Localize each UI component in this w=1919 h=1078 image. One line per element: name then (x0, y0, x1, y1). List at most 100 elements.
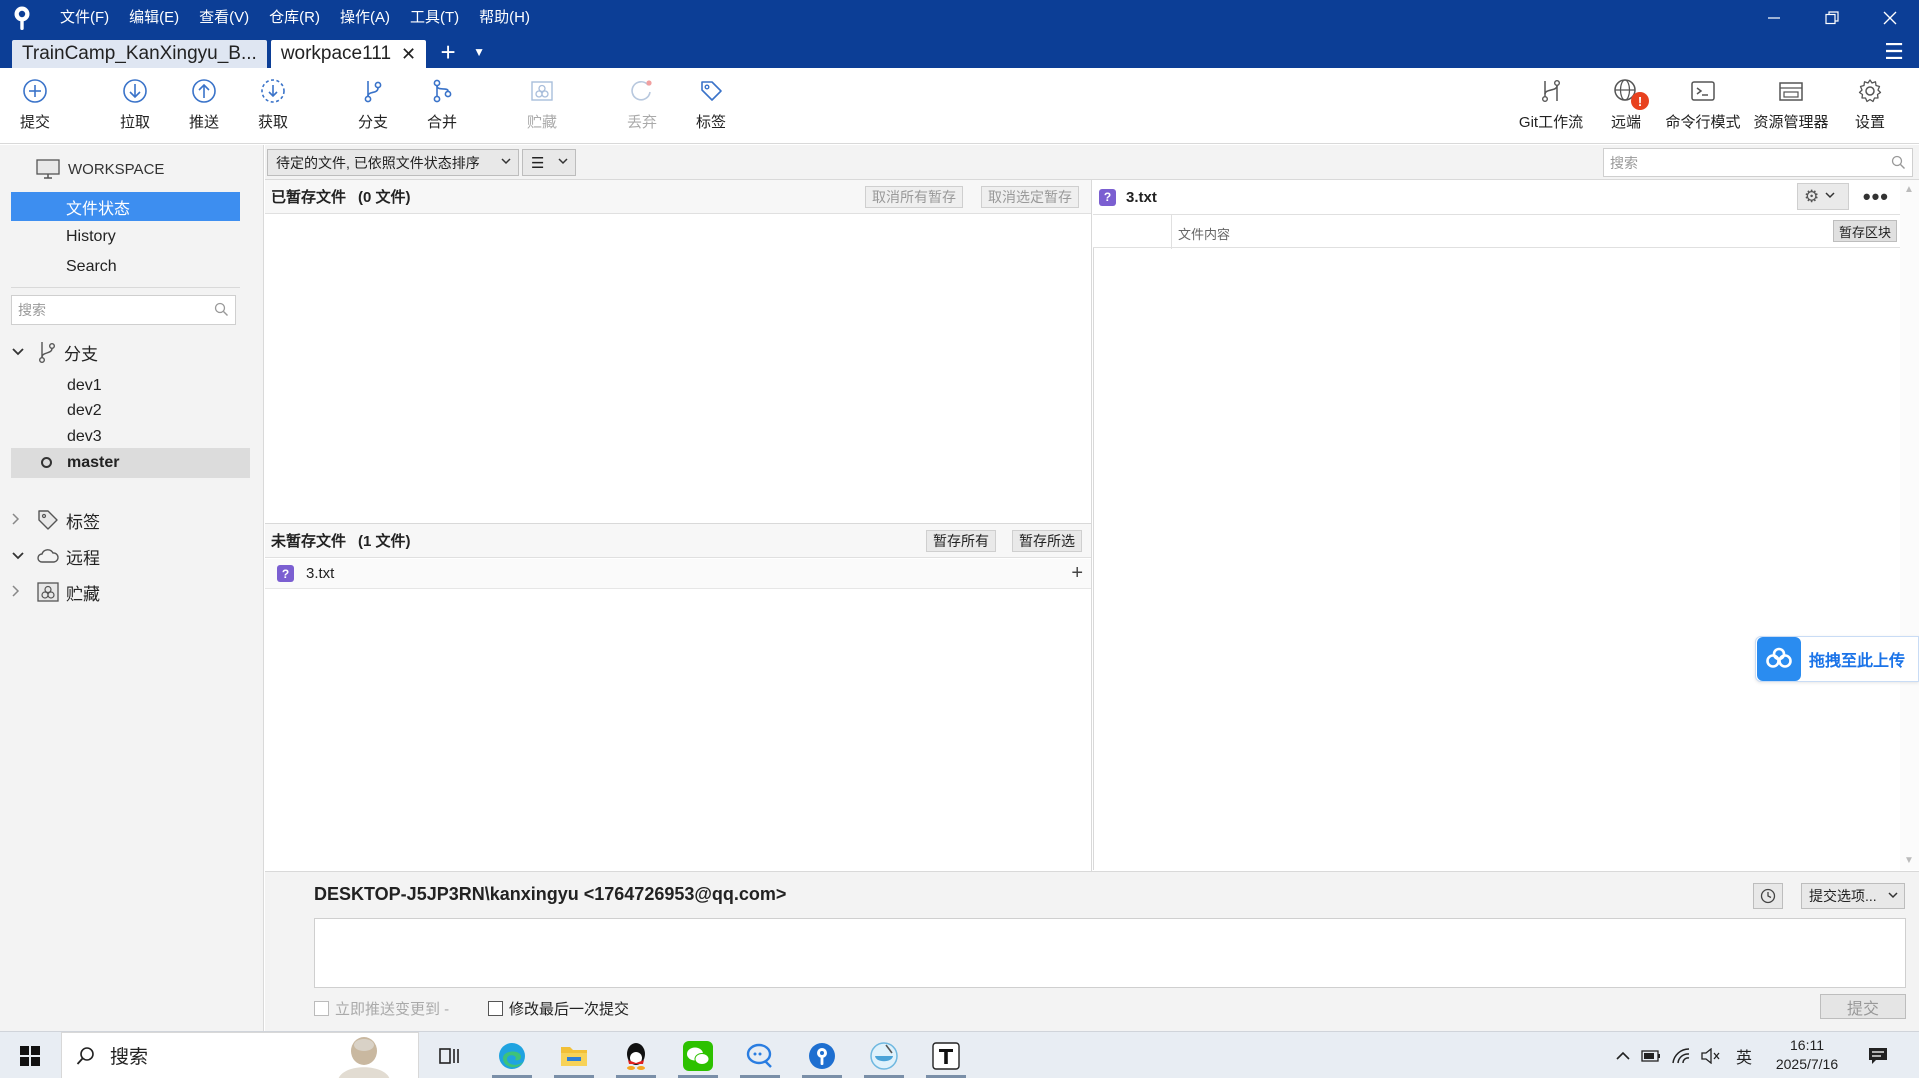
nav-search[interactable]: Search (11, 252, 240, 281)
stage-hunk-button[interactable]: 暂存区块 (1832, 220, 1897, 242)
new-tab-button[interactable]: + (430, 36, 466, 68)
taskbar-chat-app[interactable] (736, 1035, 784, 1078)
nav-file-status[interactable]: 文件状态 (11, 192, 240, 221)
staged-count: (0 文件) (358, 189, 411, 206)
fetch-button[interactable]: 获取 (237, 76, 309, 132)
file-sort-dropdown[interactable]: 待定的文件, 已依照文件状态排序 (267, 149, 519, 176)
menu-tools[interactable]: 工具(T) (400, 0, 469, 36)
stashes-group-header[interactable]: 贮藏 (12, 577, 100, 607)
tag-button[interactable]: 标签 (675, 76, 747, 132)
taskbar-qq[interactable] (612, 1035, 660, 1078)
taskbar-wechat[interactable] (674, 1035, 722, 1078)
stage-all-button[interactable]: 暂存所有 (926, 530, 996, 552)
branch-button[interactable]: 分支 (337, 76, 409, 132)
unstaged-file-row[interactable]: ? 3.txt + (265, 559, 1091, 589)
nav-history[interactable]: History (11, 222, 240, 251)
tab-repo-workpace111[interactable]: workpace111 ✕ (270, 40, 427, 68)
menu-repository[interactable]: 仓库(R) (259, 0, 330, 36)
branch-item-master[interactable]: master (11, 448, 250, 478)
git-flow-button[interactable]: Git工作流 (1515, 76, 1587, 132)
unstage-all-button[interactable]: 取消所有暂存 (865, 186, 963, 208)
merge-button[interactable]: 合并 (406, 76, 478, 132)
input-method-indicator[interactable]: 英 (1736, 1032, 1752, 1078)
menu-edit[interactable]: 编辑(E) (119, 0, 189, 36)
discard-button[interactable]: 丢弃 (606, 76, 678, 132)
commit-button[interactable]: 提交 (0, 76, 71, 132)
git-flow-label: Git工作流 (1518, 114, 1584, 131)
remotes-group-header[interactable]: 远程 (12, 541, 100, 571)
close-icon (1883, 11, 1897, 25)
remote-button[interactable]: ! 远端 (1590, 76, 1662, 132)
branch-icon (358, 76, 388, 106)
amend-checkbox[interactable] (488, 1001, 503, 1016)
task-view-icon (439, 1047, 459, 1064)
commit-area: DESKTOP-J5JP3RN\kanxingyu <1764726953@qq… (265, 871, 1919, 1031)
more-options-icon[interactable]: ••• (1863, 184, 1889, 210)
taskbar-sourcetree[interactable] (798, 1035, 846, 1078)
commit-message-input[interactable] (314, 918, 1906, 988)
taskbar-search-box[interactable]: 搜索 (61, 1032, 419, 1078)
pull-arrow-down-icon (120, 76, 150, 106)
taskbar-edge[interactable] (488, 1035, 536, 1078)
unstage-selected-button[interactable]: 取消选定暂存 (981, 186, 1079, 208)
workspace-label: WORKSPACE (68, 160, 165, 178)
remote-globe-icon: ! (1611, 76, 1649, 110)
task-view-button[interactable] (425, 1035, 473, 1076)
plus-icon: + (440, 36, 456, 67)
volume-control[interactable] (1700, 1032, 1720, 1078)
taskbar-clock[interactable]: 16:11 2025/7/16 (1762, 1036, 1852, 1074)
menu-view[interactable]: 查看(V) (189, 0, 259, 36)
commit-history-button[interactable] (1753, 883, 1783, 909)
amend-option[interactable]: 修改最后一次提交 (488, 998, 629, 1019)
tab-repo-traincamp[interactable]: TrainCamp_KanXingyu_B... (12, 40, 267, 68)
terminal-button[interactable]: 命令行模式 (1657, 76, 1749, 132)
chevron-down-icon (501, 157, 511, 168)
stash-button[interactable]: 贮藏 (506, 76, 578, 132)
clock-time: 16:11 (1790, 1037, 1824, 1053)
menu-help[interactable]: 帮助(H) (469, 0, 540, 36)
chevron-down-icon (12, 549, 28, 563)
tab-close-icon[interactable]: ✕ (401, 44, 416, 65)
restore-button[interactable] (1803, 0, 1861, 36)
sidebar-search-input[interactable]: 搜索 (11, 295, 236, 325)
stage-selected-button[interactable]: 暂存所选 (1012, 530, 1082, 552)
network-status[interactable] (1671, 1032, 1691, 1078)
battery-status[interactable] (1641, 1032, 1661, 1078)
chevron-right-icon (12, 512, 28, 528)
scroll-up-icon[interactable]: ▲ (1904, 184, 1914, 195)
stage-file-plus-icon[interactable]: + (1071, 562, 1083, 585)
file-search-input[interactable]: 搜索 (1603, 148, 1913, 177)
taskbar-file-explorer[interactable] (550, 1035, 598, 1078)
hamburger-menu-button[interactable]: ☰ (1869, 36, 1919, 68)
commit-submit-button[interactable]: 提交 (1820, 994, 1906, 1019)
diff-scrollbar[interactable]: ▲ ▼ (1900, 180, 1919, 870)
minimize-button[interactable] (1745, 0, 1803, 36)
diff-hunk-header: 文件内容 暂存区块 (1093, 214, 1901, 249)
push-immediately-checkbox[interactable] (314, 1001, 329, 1016)
staged-files-panel: 已暂存文件 (0 文件) 取消所有暂存 取消选定暂存 (265, 180, 1092, 524)
pull-label: 拉取 (119, 114, 150, 131)
settings-button[interactable]: 设置 (1834, 76, 1906, 132)
push-label: 推送 (188, 114, 219, 131)
branches-group-header[interactable]: 分支 (12, 337, 98, 367)
tags-group-header[interactable]: 标签 (12, 505, 100, 535)
push-immediately-option[interactable]: 立即推送变更到 - (314, 998, 449, 1019)
pull-button[interactable]: 拉取 (99, 76, 171, 132)
scroll-down-icon[interactable]: ▼ (1904, 855, 1914, 866)
explorer-button[interactable]: 资源管理器 (1745, 76, 1837, 132)
close-window-button[interactable] (1861, 0, 1919, 36)
diff-options-dropdown[interactable]: ⚙ (1797, 183, 1849, 210)
drag-upload-widget[interactable]: 拖拽至此上传 (1755, 636, 1919, 682)
start-button[interactable] (0, 1032, 60, 1078)
taskbar-bowl-app[interactable] (860, 1035, 908, 1078)
menu-actions[interactable]: 操作(A) (330, 0, 400, 36)
menu-file[interactable]: 文件(F) (50, 0, 119, 36)
notifications-button[interactable] (1868, 1032, 1888, 1078)
tab-list-dropdown[interactable]: ▼ (466, 36, 492, 68)
commit-options-dropdown[interactable]: 提交选项... (1801, 883, 1905, 909)
push-button[interactable]: 推送 (168, 76, 240, 132)
taskbar-typora[interactable] (922, 1035, 970, 1078)
view-mode-dropdown[interactable]: ☰ (522, 149, 576, 176)
show-hidden-icons-button[interactable] (1615, 1032, 1631, 1078)
tag-icon (38, 510, 58, 530)
